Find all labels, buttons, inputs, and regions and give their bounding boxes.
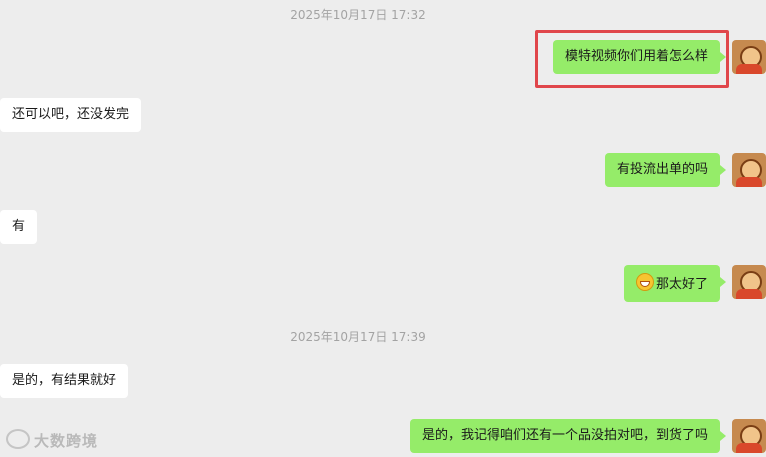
message-bubble[interactable]: 是的，有结果就好 — [0, 364, 129, 398]
message-bubble[interactable]: 有投流出单的吗 — [604, 153, 727, 187]
grin-emoji-icon — [635, 273, 654, 291]
message-bubble[interactable]: 还可以吧，还没发完 — [0, 98, 142, 132]
message-bubble[interactable]: 是的，我记得咱们还有一个品没拍对吧，到货了吗 — [409, 419, 727, 453]
watermark-text: 大数跨境 — [34, 432, 99, 450]
avatar[interactable] — [732, 265, 766, 299]
message-bubble[interactable]: 有 — [0, 210, 38, 244]
message-outgoing[interactable]: 那太好了 — [623, 265, 766, 302]
watermark-logo-icon — [6, 429, 30, 449]
message-outgoing[interactable]: 模特视频你们用着怎么样 — [552, 40, 766, 74]
avatar-shirt — [736, 177, 762, 187]
message-outgoing[interactable]: 是的，我记得咱们还有一个品没拍对吧，到货了吗 — [409, 419, 766, 453]
message-incoming[interactable]: 有 — [0, 210, 38, 244]
timestamp: 2025年10月17日 17:39 — [290, 330, 426, 344]
timestamp: 2025年10月17日 17:32 — [290, 8, 426, 22]
message-text: 那太好了 — [655, 277, 708, 292]
avatar[interactable] — [732, 153, 766, 187]
avatar-shirt — [736, 289, 762, 299]
avatar[interactable] — [732, 419, 766, 453]
message-bubble[interactable]: 模特视频你们用着怎么样 — [552, 40, 727, 74]
watermark: 大数跨境 — [6, 429, 98, 451]
message-bubble[interactable]: 那太好了 — [623, 265, 727, 302]
message-outgoing[interactable]: 有投流出单的吗 — [604, 153, 766, 187]
avatar[interactable] — [732, 40, 766, 74]
message-incoming[interactable]: 还可以吧，还没发完 — [0, 98, 142, 132]
avatar-shirt — [736, 64, 762, 74]
avatar-shirt — [736, 443, 762, 453]
message-incoming[interactable]: 是的，有结果就好 — [0, 364, 129, 398]
